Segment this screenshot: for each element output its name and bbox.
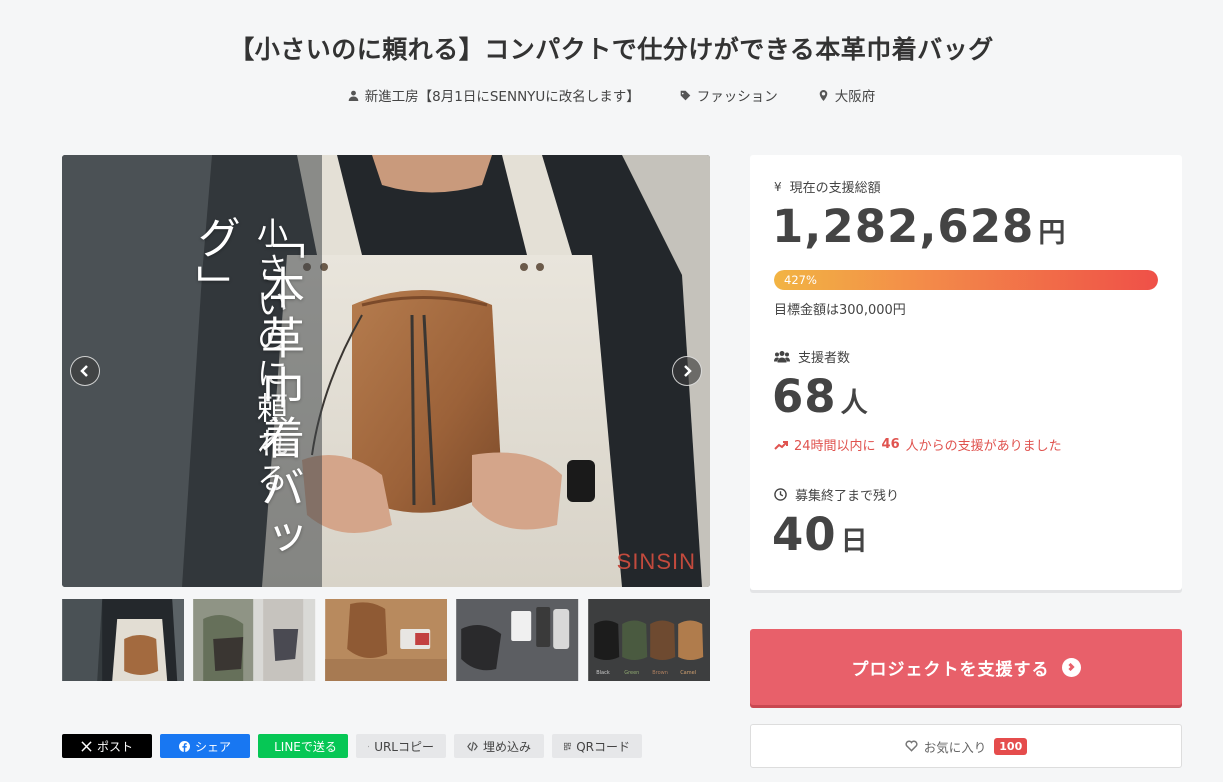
x-share-button[interactable]: ポスト bbox=[62, 734, 152, 758]
facebook-icon bbox=[178, 740, 190, 752]
share-bar: ポスト シェア LINEで送る URLコピー 埋め込み QRコード bbox=[62, 734, 642, 758]
remaining-days: 40 日 bbox=[772, 508, 869, 561]
clock-icon bbox=[774, 488, 787, 501]
embed-button[interactable]: 埋め込み bbox=[454, 734, 544, 758]
location-link[interactable]: 大阪府 bbox=[835, 85, 876, 105]
line-share-label: LINEで送る bbox=[274, 739, 337, 754]
brand-logo: SINSIN bbox=[616, 549, 696, 574]
backers-label: 支援者数 bbox=[798, 351, 851, 366]
recent-backers-trend: 24時間以内に 46 人からの支援がありました bbox=[774, 435, 1062, 454]
funding-progress-bar: 427% bbox=[774, 270, 1158, 290]
thumbnail-3[interactable] bbox=[324, 599, 447, 681]
progress-percent: 427% bbox=[784, 273, 817, 287]
owner-info[interactable]: 新進工房【8月1日にSENNYUに改名します】 bbox=[348, 85, 640, 105]
qr-code-label: QRコード bbox=[576, 739, 630, 754]
support-project-label: プロジェクトを支援する bbox=[851, 659, 1050, 680]
url-copy-button[interactable]: URLコピー bbox=[356, 734, 446, 758]
funding-stats-card: ¥ 現在の支援総額 1,282,628 円 427% 目標金額は300,000円 … bbox=[750, 155, 1182, 590]
backers-count-value: 68 bbox=[772, 370, 837, 423]
backers-count: 68 人 bbox=[772, 370, 869, 423]
backers-unit: 人 bbox=[840, 388, 869, 419]
favorite-count-badge: 100 bbox=[994, 737, 1028, 755]
code-icon bbox=[467, 741, 478, 751]
yen-icon: ¥ bbox=[774, 179, 782, 194]
hero-caption-2: 「本革巾着バッグ」 bbox=[189, 215, 304, 565]
remaining-days-value: 40 bbox=[772, 508, 837, 561]
chevron-right-icon bbox=[684, 365, 692, 377]
total-amount-value: 1,282,628 bbox=[772, 200, 1035, 253]
thumbnail-image bbox=[62, 599, 185, 681]
remaining-label: 募集終了まで残り bbox=[795, 489, 900, 504]
thumbnail-image bbox=[193, 599, 316, 681]
thumbnail-image bbox=[456, 599, 579, 681]
copy-icon bbox=[368, 745, 370, 747]
support-project-button[interactable]: プロジェクトを支援する bbox=[750, 629, 1182, 705]
facebook-share-label: シェア bbox=[194, 739, 231, 754]
goal-amount: 目標金額は300,000円 bbox=[774, 303, 906, 318]
thumb-color-label-2: Green bbox=[624, 670, 639, 676]
arrow-right-circle-icon bbox=[1061, 657, 1081, 677]
users-icon bbox=[774, 351, 790, 363]
thumbnail-4[interactable] bbox=[456, 599, 579, 681]
progress-fill bbox=[774, 270, 1158, 290]
trending-up-icon bbox=[774, 440, 788, 450]
x-logo-icon bbox=[81, 740, 92, 752]
thumb-color-label-3: Brown bbox=[652, 670, 668, 676]
total-amount: 1,282,628 円 bbox=[772, 200, 1066, 253]
favorite-label: お気に入り bbox=[923, 739, 987, 755]
project-title: 【小さいのに頼れる】コンパクトで仕分けができる本革巾着バッグ bbox=[229, 35, 994, 64]
facebook-share-button[interactable]: シェア bbox=[160, 734, 250, 758]
remaining-label-row: 募集終了まで残り bbox=[774, 485, 899, 504]
favorite-button[interactable]: お気に入り 100 bbox=[750, 724, 1182, 768]
trend-prefix: 24時間以内に bbox=[794, 439, 876, 454]
thumbnail-2[interactable] bbox=[193, 599, 316, 681]
next-image-button[interactable] bbox=[672, 356, 702, 386]
days-unit: 日 bbox=[840, 526, 869, 557]
thumbnail-1[interactable] bbox=[62, 599, 185, 681]
total-amount-label-row: ¥ 現在の支援総額 bbox=[774, 177, 881, 197]
user-icon bbox=[348, 90, 358, 101]
thumbnail-image: Black Green Brown Camel bbox=[587, 599, 710, 681]
category-link[interactable]: ファッション bbox=[697, 85, 778, 105]
trend-suffix: 人からの支援がありました bbox=[905, 439, 1062, 454]
line-share-button[interactable]: LINEで送る bbox=[258, 734, 348, 758]
location-info[interactable]: 大阪府 bbox=[818, 85, 876, 105]
thumb-color-label-4: Camel bbox=[680, 670, 696, 676]
product-photo bbox=[62, 155, 710, 587]
qr-code-icon bbox=[564, 742, 572, 750]
tag-icon bbox=[680, 90, 691, 100]
backers-label-row: 支援者数 bbox=[774, 347, 850, 366]
thumbnail-5[interactable]: Black Green Brown Camel bbox=[587, 599, 710, 681]
currency-unit: 円 bbox=[1038, 218, 1067, 249]
chevron-left-icon bbox=[80, 365, 88, 377]
main-image: 小さいのに頼れる 「本革巾着バッグ」 SINSIN bbox=[62, 155, 710, 587]
x-share-label: ポスト bbox=[96, 739, 133, 754]
project-meta: 新進工房【8月1日にSENNYUに改名します】 ファッション 大阪府 bbox=[0, 85, 1223, 105]
qr-code-button[interactable]: QRコード bbox=[552, 734, 642, 758]
thumbnail-image bbox=[324, 599, 447, 681]
thumbnail-strip: Black Green Brown Camel bbox=[62, 599, 710, 681]
trend-count: 46 bbox=[881, 437, 900, 452]
map-pin-icon bbox=[819, 89, 828, 101]
category-info[interactable]: ファッション bbox=[680, 85, 778, 105]
heart-icon bbox=[905, 740, 918, 752]
prev-image-button[interactable] bbox=[70, 356, 100, 386]
owner-link[interactable]: 新進工房【8月1日にSENNYUに改名します】 bbox=[365, 85, 640, 105]
total-amount-label: 現在の支援総額 bbox=[789, 181, 881, 196]
embed-label: 埋め込み bbox=[482, 739, 531, 754]
url-copy-label: URLコピー bbox=[374, 739, 434, 754]
thumb-color-label-1: Black bbox=[596, 670, 610, 676]
